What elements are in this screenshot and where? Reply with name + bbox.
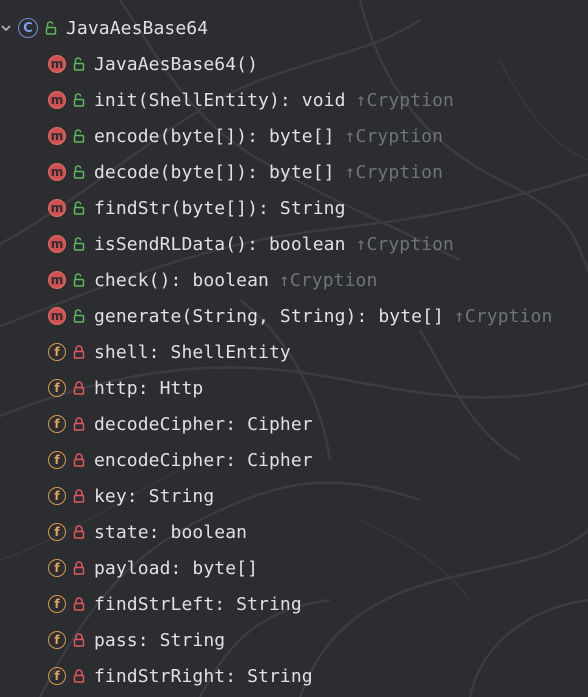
public-lock-icon bbox=[72, 92, 86, 108]
field-icon: f bbox=[48, 379, 66, 397]
method-icon: m bbox=[48, 55, 66, 73]
private-lock-icon bbox=[72, 524, 86, 540]
method-item[interactable]: m init(ShellEntity): void ↑Cryption bbox=[0, 82, 588, 118]
public-lock-icon bbox=[72, 164, 86, 180]
super-method-indicator: ↑Cryption bbox=[344, 161, 444, 183]
member-signature: init(ShellEntity): void bbox=[94, 89, 346, 111]
method-icon: m bbox=[48, 91, 66, 109]
member-list: m JavaAesBase64() m init(ShellEntity): v… bbox=[0, 46, 588, 694]
method-item[interactable]: m check(): boolean ↑Cryption bbox=[0, 262, 588, 298]
method-icon: m bbox=[48, 271, 66, 289]
private-lock-icon bbox=[72, 452, 86, 468]
public-lock-icon bbox=[72, 272, 86, 288]
chevron-down-icon[interactable] bbox=[0, 23, 12, 33]
member-signature: state: boolean bbox=[94, 521, 248, 543]
member-signature: payload: byte[] bbox=[94, 557, 259, 579]
super-method-indicator: ↑Cryption bbox=[453, 305, 553, 327]
super-method-indicator: ↑Cryption bbox=[279, 269, 378, 291]
field-item[interactable]: f decodeCipher: Cipher bbox=[0, 406, 588, 442]
member-signature: findStrLeft: String bbox=[94, 593, 302, 615]
member-signature: shell: ShellEntity bbox=[94, 341, 291, 363]
method-icon: m bbox=[48, 127, 66, 145]
field-item[interactable]: f state: boolean bbox=[0, 514, 588, 550]
field-item[interactable]: f findStrRight: String bbox=[0, 658, 588, 694]
method-item[interactable]: m findStr(byte[]): String bbox=[0, 190, 588, 226]
member-signature: generate(String, String): byte[] bbox=[94, 305, 444, 327]
field-item[interactable]: f http: Http bbox=[0, 370, 588, 406]
field-item[interactable]: f encodeCipher: Cipher bbox=[0, 442, 588, 478]
field-item[interactable]: f findStrLeft: String bbox=[0, 586, 588, 622]
super-method-indicator: ↑Cryption bbox=[355, 233, 454, 255]
method-item[interactable]: m generate(String, String): byte[] ↑Cryp… bbox=[0, 298, 588, 334]
member-signature: check(): boolean bbox=[94, 269, 269, 291]
public-lock-icon bbox=[44, 20, 58, 36]
field-icon: f bbox=[48, 667, 66, 685]
field-icon: f bbox=[48, 631, 66, 649]
field-item[interactable]: f pass: String bbox=[0, 622, 588, 658]
field-item[interactable]: f payload: byte[] bbox=[0, 550, 588, 586]
member-signature: pass: String bbox=[94, 629, 226, 651]
public-lock-icon bbox=[72, 308, 86, 324]
member-signature: encodeCipher: Cipher bbox=[94, 449, 313, 471]
member-signature: decode(byte[]): byte[] bbox=[94, 161, 335, 183]
field-icon: f bbox=[48, 415, 66, 433]
member-signature: encode(byte[]): byte[] bbox=[94, 125, 335, 147]
private-lock-icon bbox=[72, 344, 86, 360]
public-lock-icon bbox=[72, 128, 86, 144]
field-icon: f bbox=[48, 343, 66, 361]
method-icon: m bbox=[48, 199, 66, 217]
method-item[interactable]: m isSendRLData(): boolean ↑Cryption bbox=[0, 226, 588, 262]
method-item[interactable]: m decode(byte[]): byte[] ↑Cryption bbox=[0, 154, 588, 190]
method-item[interactable]: m JavaAesBase64() bbox=[0, 46, 588, 82]
member-signature: key: String bbox=[94, 485, 215, 507]
field-icon: f bbox=[48, 559, 66, 577]
public-lock-icon bbox=[72, 236, 86, 252]
private-lock-icon bbox=[72, 380, 86, 396]
method-icon: m bbox=[48, 307, 66, 325]
private-lock-icon bbox=[72, 668, 86, 684]
method-icon: m bbox=[48, 235, 66, 253]
public-lock-icon bbox=[72, 56, 86, 72]
super-method-indicator: ↑Cryption bbox=[344, 125, 444, 147]
private-lock-icon bbox=[72, 632, 86, 648]
member-signature: decodeCipher: Cipher bbox=[94, 413, 313, 435]
class-name: JavaAesBase64 bbox=[66, 17, 209, 39]
private-lock-icon bbox=[72, 596, 86, 612]
structure-tree: C JavaAesBase64 m JavaAesBase64() m init… bbox=[0, 10, 588, 694]
tree-root-class[interactable]: C JavaAesBase64 bbox=[0, 10, 588, 46]
member-signature: isSendRLData(): boolean bbox=[94, 233, 346, 255]
member-signature: findStrRight: String bbox=[94, 665, 313, 687]
member-signature: http: Http bbox=[94, 377, 204, 399]
field-icon: f bbox=[48, 487, 66, 505]
private-lock-icon bbox=[72, 560, 86, 576]
field-icon: f bbox=[48, 595, 66, 613]
public-lock-icon bbox=[72, 200, 86, 216]
private-lock-icon bbox=[72, 416, 86, 432]
field-item[interactable]: f shell: ShellEntity bbox=[0, 334, 588, 370]
super-method-indicator: ↑Cryption bbox=[355, 89, 454, 111]
class-icon: C bbox=[18, 18, 38, 38]
field-item[interactable]: f key: String bbox=[0, 478, 588, 514]
private-lock-icon bbox=[72, 488, 86, 504]
method-icon: m bbox=[48, 163, 66, 181]
member-signature: findStr(byte[]): String bbox=[94, 197, 346, 219]
member-signature: JavaAesBase64() bbox=[94, 53, 259, 75]
field-icon: f bbox=[48, 451, 66, 469]
method-item[interactable]: m encode(byte[]): byte[] ↑Cryption bbox=[0, 118, 588, 154]
field-icon: f bbox=[48, 523, 66, 541]
